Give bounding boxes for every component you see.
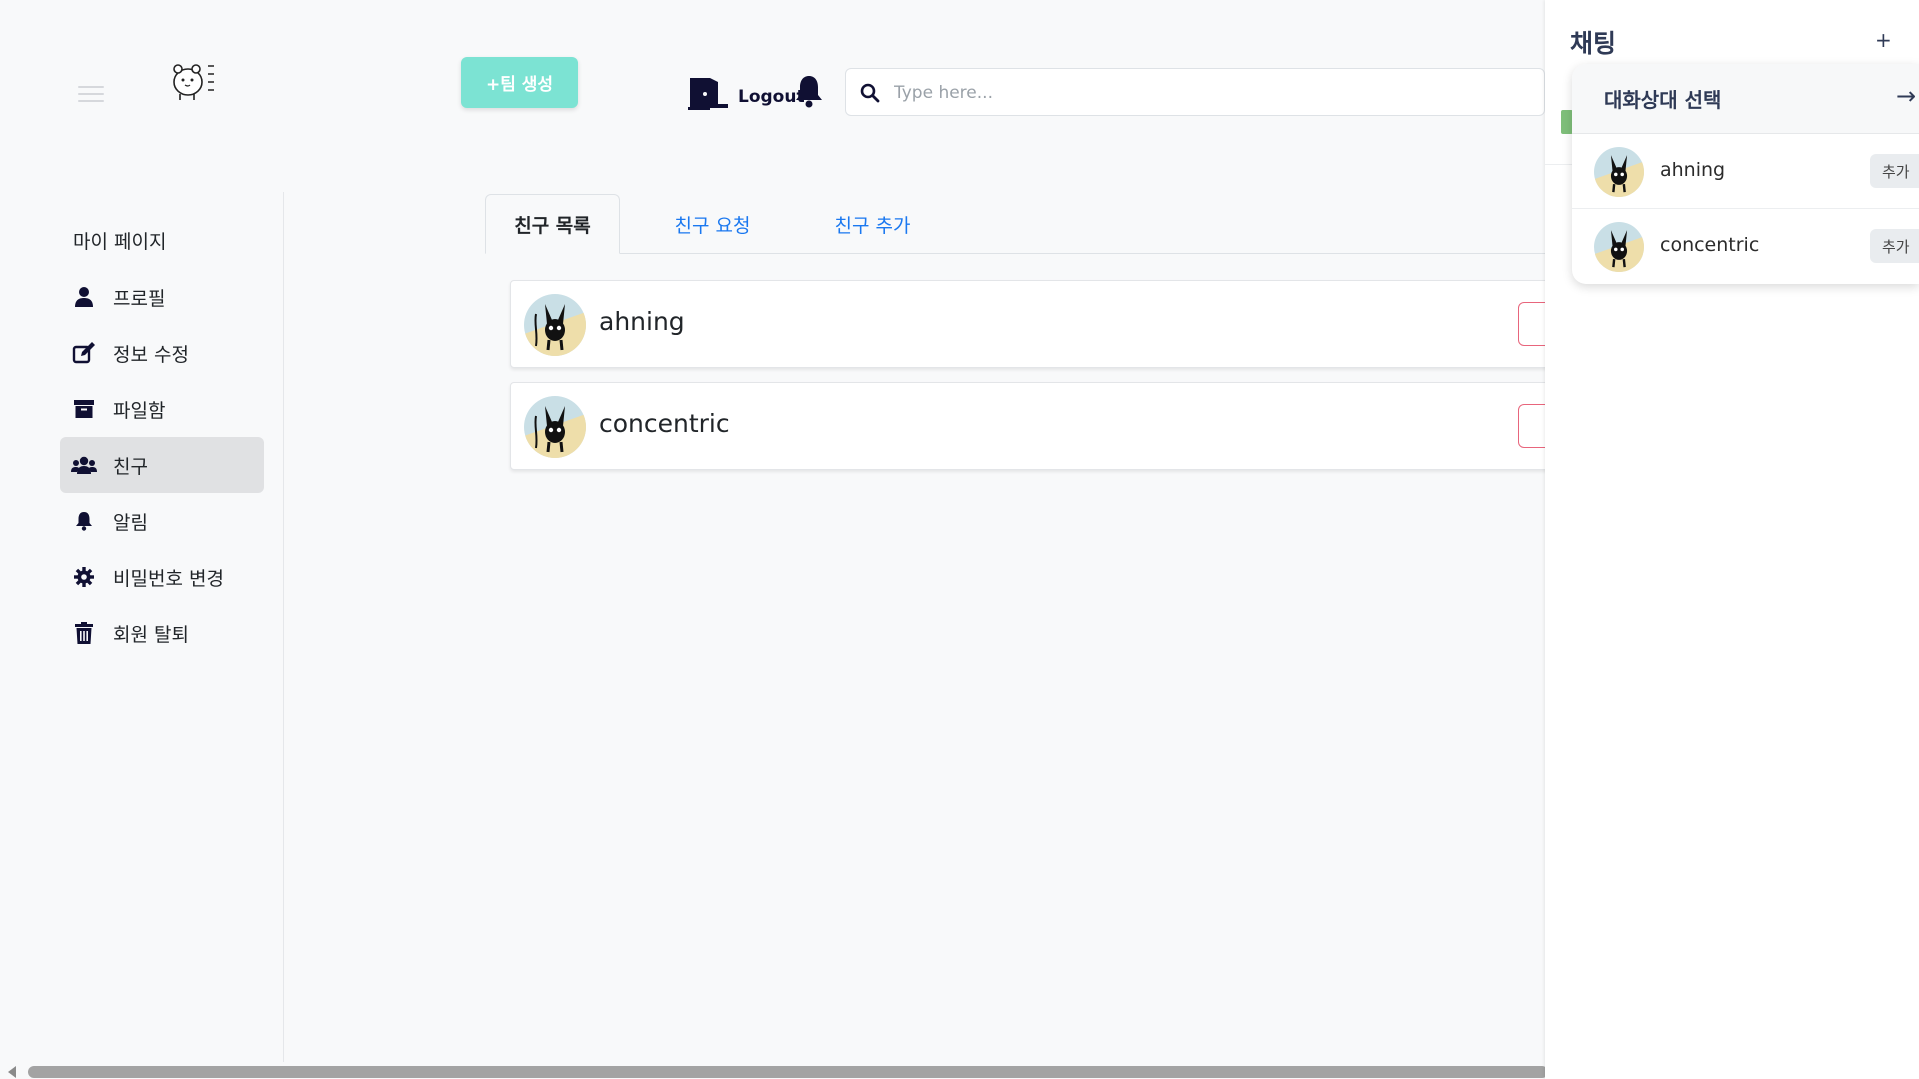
- sidebar-item-label: 정보 수정: [113, 343, 189, 366]
- contact-name: ahning: [1660, 159, 1726, 181]
- bell-icon: [71, 509, 97, 533]
- contact-item: ahning 추가: [1572, 135, 1919, 209]
- bear-logo-icon: [173, 64, 214, 100]
- chat-add-button[interactable]: +: [1875, 28, 1892, 52]
- sidebar-item-files[interactable]: 파일함: [60, 381, 264, 437]
- search-icon: [860, 83, 880, 103]
- trash-icon: [71, 621, 97, 645]
- edit-icon: [71, 341, 97, 365]
- sidebar-item-label: 친구: [113, 455, 148, 478]
- notification-bell-icon[interactable]: [794, 74, 824, 108]
- contact-name: concentric: [1660, 234, 1760, 256]
- chat-title: 채팅: [1570, 29, 1617, 58]
- sidebar-item-profile[interactable]: 프로필: [60, 269, 264, 325]
- scroll-left-arrow-icon[interactable]: [8, 1066, 16, 1078]
- sidebar-item-label: 비밀번호 변경: [113, 567, 224, 590]
- avatar: [524, 294, 586, 356]
- sidebar-title: 마이 페이지: [73, 231, 167, 253]
- friend-name: concentric: [599, 409, 730, 438]
- sidebar-item-friends[interactable]: 친구: [60, 437, 264, 493]
- add-contact-button[interactable]: 추가: [1870, 229, 1919, 263]
- users-icon: [71, 453, 97, 477]
- logo[interactable]: [168, 54, 228, 104]
- avatar: [1594, 147, 1644, 197]
- contact-item: concentric 추가: [1572, 210, 1919, 284]
- tab-friend-requests[interactable]: 친구 요청: [650, 194, 775, 254]
- sidebar-divider: [283, 192, 284, 1062]
- user-icon: [71, 285, 97, 309]
- friend-card: concentric: [510, 382, 1558, 470]
- create-team-button[interactable]: +팀 생성: [461, 57, 578, 108]
- horizontal-scrollbar[interactable]: [28, 1066, 1548, 1078]
- add-contact-button[interactable]: 추가: [1870, 154, 1919, 188]
- arrow-right-icon[interactable]: →: [1896, 82, 1916, 110]
- gear-icon: [71, 565, 97, 589]
- chat-panel: 채팅 + 대화상대 선택 → ahning 추가 concentric 추가: [1545, 0, 1919, 1079]
- avatar: [1594, 222, 1644, 272]
- tab-friend-list[interactable]: 친구 목록: [485, 194, 620, 254]
- sidebar-item-notifications[interactable]: 알림: [60, 493, 264, 549]
- hamburger-menu-icon[interactable]: [78, 86, 104, 102]
- contact-picker-title: 대화상대 선택: [1604, 88, 1722, 112]
- search-input[interactable]: [892, 77, 1496, 109]
- search-bar: [845, 68, 1545, 116]
- avatar: [524, 396, 586, 458]
- friend-card: ahning: [510, 280, 1558, 368]
- tabs-divider: [485, 253, 1545, 254]
- contact-picker: 대화상대 선택 → ahning 추가 concentric 추가: [1572, 64, 1919, 284]
- sidebar-item-label: 회원 탈퇴: [113, 623, 189, 646]
- sidebar-item-change-password[interactable]: 비밀번호 변경: [60, 549, 264, 605]
- friend-name: ahning: [599, 307, 685, 336]
- contact-picker-header: 대화상대 선택 →: [1572, 64, 1919, 134]
- sidebar-item-edit-info[interactable]: 정보 수정: [60, 325, 264, 381]
- sidebar-item-label: 프로필: [113, 287, 166, 310]
- logout-button[interactable]: Logout: [688, 74, 805, 110]
- sidebar-item-label: 알림: [113, 511, 148, 534]
- tab-add-friend[interactable]: 친구 추가: [810, 194, 935, 254]
- sidebar-item-delete-account[interactable]: 회원 탈퇴: [60, 605, 264, 661]
- archive-icon: [71, 397, 97, 421]
- door-icon: [688, 78, 728, 110]
- sidebar-item-label: 파일함: [113, 399, 166, 422]
